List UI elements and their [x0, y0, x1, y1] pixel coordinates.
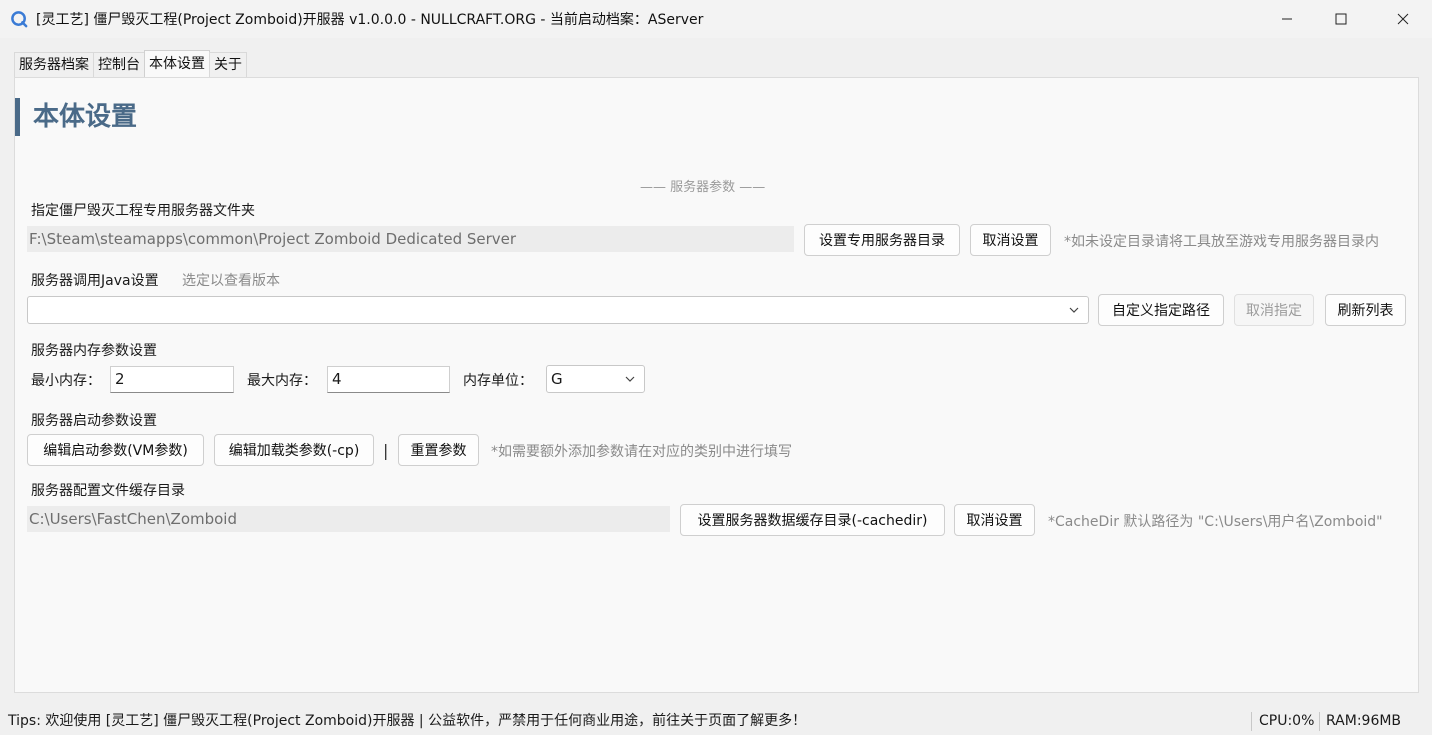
cancel-server-dir-button[interactable]: 取消设置 [970, 224, 1051, 256]
tab-server-profiles[interactable]: 服务器档案 [14, 52, 94, 78]
window-title: [灵工艺] 僵尸毁灭工程(Project Zomboid)开服器 v1.0.0.… [36, 12, 704, 28]
cache-dir-label: 服务器配置文件缓存目录 [31, 483, 185, 499]
close-button[interactable] [1380, 0, 1426, 38]
ram-usage: RAM:96MB [1326, 713, 1402, 729]
settings-panel: 本体设置 —— 服务器参数 —— 指定僵尸毁灭工程专用服务器文件夹 F:\Ste… [14, 77, 1419, 693]
minimize-button[interactable] [1264, 0, 1310, 38]
memory-label: 服务器内存参数设置 [31, 343, 157, 359]
cancel-java-button[interactable]: 取消指定 [1234, 294, 1314, 326]
app-logo-icon [11, 11, 28, 28]
server-dir-label: 指定僵尸毁灭工程专用服务器文件夹 [31, 203, 255, 219]
set-cache-dir-button[interactable]: 设置服务器数据缓存目录(-cachedir) [680, 504, 945, 536]
max-memory-input[interactable]: 4 [327, 366, 450, 393]
maximize-button[interactable] [1318, 0, 1364, 38]
tab-about[interactable]: 关于 [209, 52, 247, 78]
cache-dir-hint: *CacheDir 默认路径为 "C:\Users\用户名\Zomboid" [1048, 514, 1383, 530]
min-memory-input[interactable]: 2 [110, 366, 234, 393]
memory-unit-select[interactable]: G [546, 365, 645, 393]
custom-java-path-button[interactable]: 自定义指定路径 [1098, 294, 1224, 326]
edit-cp-params-button[interactable]: 编辑加载类参数(-cp) [214, 434, 374, 466]
tab-bar: 服务器档案 控制台 本体设置 关于 [14, 50, 247, 78]
cache-dir-field: C:\Users\FastChen\Zomboid [27, 506, 670, 532]
status-tips: Tips: 欢迎使用 [灵工艺] 僵尸毁灭工程(Project Zomboid)… [8, 713, 807, 729]
edit-vm-params-button[interactable]: 编辑启动参数(VM参数) [27, 434, 204, 466]
chevron-down-icon [1069, 307, 1079, 313]
max-memory-label: 最大内存： [247, 373, 317, 389]
page-title: 本体设置 [15, 98, 137, 136]
title-bar: [灵工艺] 僵尸毁灭工程(Project Zomboid)开服器 v1.0.0.… [0, 0, 1432, 38]
memory-unit-label: 内存单位： [463, 373, 533, 389]
refresh-java-list-button[interactable]: 刷新列表 [1325, 294, 1406, 326]
status-bar: Tips: 欢迎使用 [灵工艺] 僵尸毁灭工程(Project Zomboid)… [0, 708, 1432, 735]
java-hint: 选定以查看版本 [182, 273, 280, 289]
tab-main-settings[interactable]: 本体设置 [144, 50, 210, 77]
launch-params-label: 服务器启动参数设置 [31, 413, 157, 429]
section-header: —— 服务器参数 —— [640, 180, 766, 195]
tab-console[interactable]: 控制台 [93, 52, 145, 78]
server-dir-hint: *如未设定目录请将工具放至游戏专用服务器目录内 [1064, 234, 1379, 250]
cancel-cache-dir-button[interactable]: 取消设置 [954, 504, 1035, 536]
server-dir-field: F:\Steam\steamapps\common\Project Zomboi… [27, 226, 794, 252]
cpu-usage: CPU:0% [1259, 713, 1315, 729]
minimize-icon [1282, 18, 1292, 20]
chevron-down-icon [625, 376, 635, 382]
maximize-icon [1335, 13, 1347, 25]
status-divider [1251, 712, 1252, 731]
status-divider [1319, 712, 1320, 731]
java-label: 服务器调用Java设置 [31, 273, 159, 289]
params-separator: | [383, 441, 389, 460]
java-select[interactable] [27, 296, 1089, 324]
set-server-dir-button[interactable]: 设置专用服务器目录 [804, 224, 960, 256]
launch-params-hint: *如需要额外添加参数请在对应的类别中进行填写 [491, 444, 792, 460]
min-memory-label: 最小内存： [31, 373, 101, 389]
close-icon [1397, 13, 1409, 25]
memory-unit-value: G [551, 370, 563, 388]
reset-params-button[interactable]: 重置参数 [398, 434, 479, 466]
